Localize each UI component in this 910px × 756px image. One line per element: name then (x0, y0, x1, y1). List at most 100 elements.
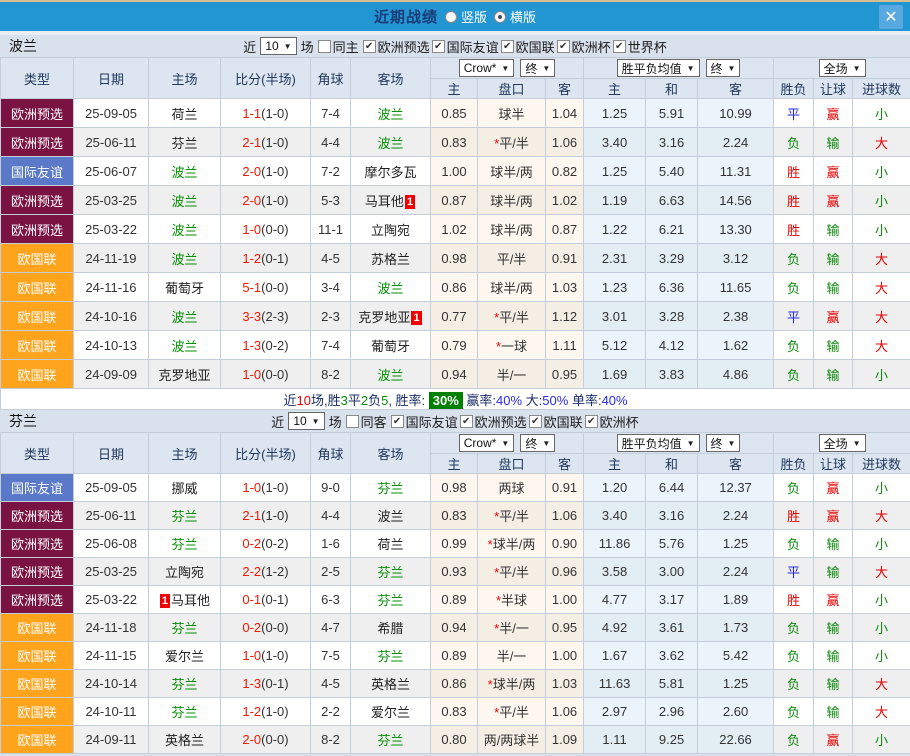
final-avg-select[interactable]: 终▼ (706, 59, 741, 77)
final-odds-select[interactable]: 终▼ (520, 59, 555, 77)
cell-avg-home: 11.86 (584, 530, 646, 558)
league-filter-checkbox[interactable]: 欧国联 (501, 37, 555, 56)
cell-handicap: 半/一 (478, 360, 546, 389)
cell-date: 25-03-22 (74, 215, 149, 244)
cell-score: 1-0(0-0) (221, 215, 311, 244)
cell-home: 芬兰 (149, 128, 221, 157)
cell-handicap: 球半/两 (478, 273, 546, 302)
summary-segment: 单率: (568, 393, 601, 408)
cell-corner: 9-0 (311, 474, 351, 502)
cell-avg-draw: 4.12 (646, 331, 698, 360)
match-row: 欧国联24-10-14芬兰1-3(0-1)4-5英格兰0.86*球半/两1.03… (1, 670, 910, 698)
cell-away: 波兰 (351, 273, 431, 302)
odds-source-select[interactable]: Crow*▼ (459, 59, 515, 77)
chevron-down-icon: ▼ (542, 439, 550, 448)
cell-type: 欧国联 (1, 360, 74, 389)
recent-count-select[interactable]: 10 ▼ (288, 412, 324, 430)
mode-vertical-radio[interactable]: 竖版 (445, 7, 487, 26)
checkbox-icon (391, 415, 404, 428)
cell-avg-draw: 2.96 (646, 698, 698, 726)
league-filter-checkbox[interactable]: 欧国联 (529, 412, 583, 431)
cell-avg-away: 5.42 (698, 642, 774, 670)
fullmatch-select[interactable]: 全场▼ (819, 434, 866, 452)
mode-horizontal-radio[interactable]: 横版 (494, 7, 536, 26)
cell-odds-away: 1.09 (546, 726, 584, 754)
chevron-down-icon: ▼ (501, 439, 509, 448)
cell-score: 2-1(1-0) (221, 128, 311, 157)
final-avg-select[interactable]: 终▼ (706, 434, 741, 452)
same-venue-checkbox[interactable]: 同主 (318, 37, 359, 56)
cell-spread: 输 (814, 614, 853, 642)
cell-spread: 输 (814, 360, 853, 389)
cell-score: 0-2(0-0) (221, 614, 311, 642)
chevron-down-icon: ▼ (501, 64, 509, 73)
cell-corner: 2-5 (311, 558, 351, 586)
col-result: 胜负 (774, 79, 814, 99)
chevron-down-icon: ▼ (853, 439, 861, 448)
games-label: 场 (329, 412, 342, 431)
close-button[interactable]: ✕ (879, 5, 903, 29)
match-row: 欧国联24-10-11芬兰1-2(1-0)2-2爱尔兰0.83*平/半1.062… (1, 698, 910, 726)
league-filter-checkbox[interactable]: 国际友谊 (391, 412, 458, 431)
cell-odds-home: 0.83 (431, 502, 478, 530)
cell-odds-home: 0.94 (431, 614, 478, 642)
cell-avg-away: 11.65 (698, 273, 774, 302)
col-odds-away: 客 (546, 79, 584, 99)
cell-home: 波兰 (149, 215, 221, 244)
cell-result: 负 (774, 128, 814, 157)
cell-type: 欧国联 (1, 244, 74, 273)
cell-odds-away: 0.95 (546, 614, 584, 642)
cell-away: 芬兰 (351, 474, 431, 502)
league-filter-checkbox[interactable]: 欧洲杯 (557, 37, 611, 56)
odds-source-select[interactable]: Crow*▼ (459, 434, 515, 452)
final-odds-select[interactable]: 终▼ (520, 434, 555, 452)
summary-segment: 大: (522, 393, 542, 408)
avg-odds-select[interactable]: 胜平负均值▼ (617, 434, 700, 452)
cell-home: 芬兰 (149, 698, 221, 726)
cell-spread: 赢 (814, 586, 853, 614)
cell-away: 芬兰 (351, 726, 431, 754)
fullmatch-select[interactable]: 全场▼ (819, 59, 866, 77)
cell-avg-away: 2.60 (698, 698, 774, 726)
cell-date: 25-09-05 (74, 474, 149, 502)
cell-odds-home: 1.00 (431, 157, 478, 186)
cell-handicap: *平/半 (478, 558, 546, 586)
recent-count-select[interactable]: 10 ▼ (260, 37, 296, 55)
league-filter-checkbox[interactable]: 欧洲预选 (363, 37, 430, 56)
cell-avg-home: 1.25 (584, 99, 646, 128)
cell-corner: 5-3 (311, 186, 351, 215)
cell-type: 欧国联 (1, 273, 74, 302)
cell-score: 1-2(1-0) (221, 698, 311, 726)
league-filter-checkbox[interactable]: 国际友谊 (432, 37, 499, 56)
cell-avg-draw: 3.28 (646, 302, 698, 331)
cell-avg-away: 22.66 (698, 726, 774, 754)
cell-goals: 小 (853, 186, 910, 215)
cell-type: 欧国联 (1, 670, 74, 698)
cell-handicap: 球半/两 (478, 186, 546, 215)
league-filter-checkbox[interactable]: 世界杯 (613, 37, 667, 56)
odds-group-average: 胜平负均值▼ 终▼ (584, 58, 774, 79)
cell-avg-away: 11.31 (698, 157, 774, 186)
league-filter-checkbox[interactable]: 欧洲预选 (460, 412, 527, 431)
cell-spread: 赢 (814, 502, 853, 530)
cell-date: 25-09-05 (74, 99, 149, 128)
cell-away: 摩尔多瓦 (351, 157, 431, 186)
cell-spread: 输 (814, 670, 853, 698)
same-venue-checkbox[interactable]: 同客 (346, 412, 387, 431)
checkbox-icon (346, 415, 359, 428)
col-handicap: 盘口 (478, 79, 546, 99)
cell-home: 波兰 (149, 302, 221, 331)
cell-spread: 输 (814, 128, 853, 157)
cell-home: 1马耳他 (149, 586, 221, 614)
match-row: 欧国联24-10-16波兰3-3(2-3)2-3克罗地亚10.77*平/半1.1… (1, 302, 910, 331)
cell-result: 平 (774, 302, 814, 331)
cell-handicap: *球半/两 (478, 530, 546, 558)
avg-odds-select[interactable]: 胜平负均值▼ (617, 59, 700, 77)
recent-results-panel: 近期战绩 竖版 横版 ✕ 波兰 近 10 ▼ 场 (0, 0, 910, 756)
cell-date: 24-10-11 (74, 698, 149, 726)
cell-spread: 赢 (814, 186, 853, 215)
match-row: 欧洲预选25-03-25波兰2-0(1-0)5-3马耳他10.87球半/两1.0… (1, 186, 910, 215)
col-home: 主场 (149, 433, 221, 474)
league-filter-checkbox[interactable]: 欧洲杯 (585, 412, 639, 431)
cell-date: 24-11-18 (74, 614, 149, 642)
